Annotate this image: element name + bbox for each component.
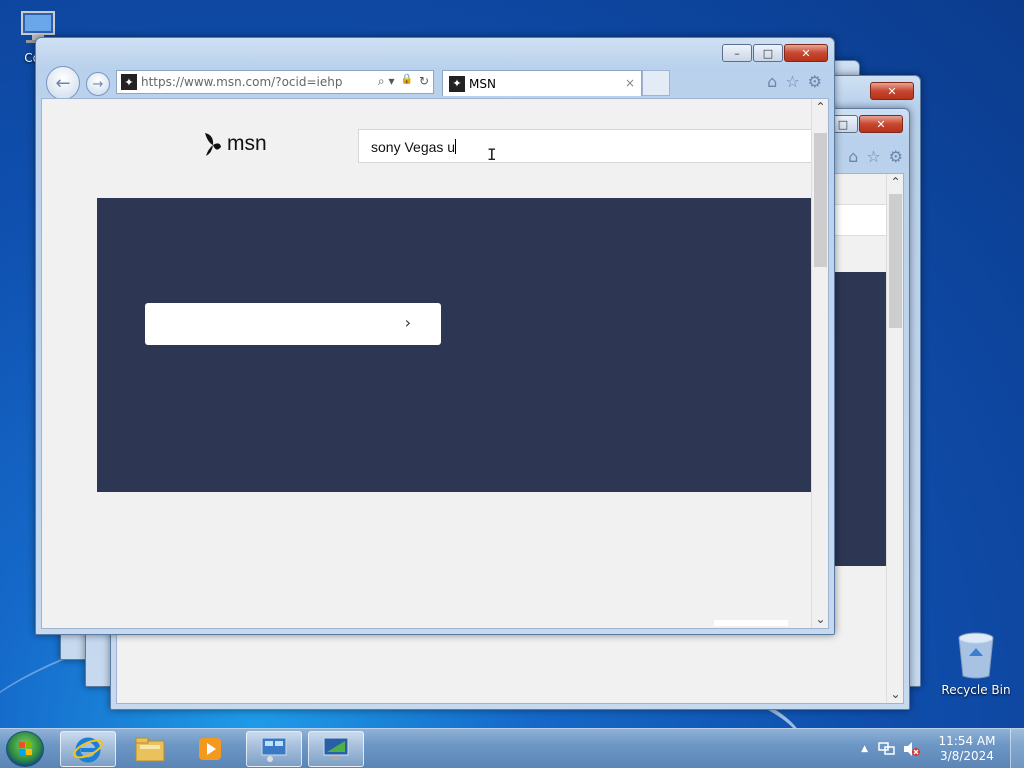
window-caption-buttons: ✕ — [870, 82, 914, 100]
minimize-button[interactable]: – — [722, 44, 752, 62]
address-url[interactable]: https://www.msn.com/?ocid=iehp — [141, 75, 342, 89]
recycle-bin-icon — [958, 632, 994, 679]
media-player-icon — [199, 738, 221, 760]
volume-muted-icon[interactable] — [902, 741, 920, 757]
bottom-placeholder — [714, 620, 788, 626]
internet-explorer-icon — [73, 737, 103, 763]
text-caret — [455, 139, 457, 154]
vertical-scrollbar[interactable]: ⌃ ⌄ — [886, 174, 903, 703]
scroll-down-icon[interactable]: ⌄ — [812, 611, 828, 628]
window-caption-buttons: – □ ✕ — [722, 44, 828, 62]
address-tools: ⌕ ▾ 🔒 ↻ — [378, 74, 429, 89]
scroll-thumb[interactable] — [889, 194, 902, 328]
taskbar-media-player[interactable] — [182, 731, 238, 767]
hero-banner: › — [97, 198, 812, 492]
favorites-icon[interactable]: ☆ — [866, 147, 880, 166]
browser-window[interactable]: – □ ✕ ← → ✦ https://www.msn.com/?ocid=ie… — [35, 37, 835, 635]
scroll-down-icon[interactable]: ⌄ — [887, 686, 903, 703]
folder-icon — [135, 737, 165, 762]
msn-favicon-icon: ✦ — [449, 75, 465, 92]
settings-icon[interactable]: ⚙ — [808, 72, 822, 91]
msn-butterfly-icon — [205, 133, 221, 156]
search-input-value: sony Vegas u — [371, 139, 456, 155]
close-button[interactable]: ✕ — [859, 115, 903, 133]
remote-desktop-icon — [323, 737, 349, 760]
msn-logo[interactable]: msn — [202, 131, 267, 157]
show-desktop-button[interactable] — [1010, 729, 1024, 768]
clock[interactable]: 11:54 AM 3/8/2024 — [932, 734, 1002, 764]
control-panel-icon — [261, 737, 287, 762]
home-icon[interactable]: ⌂ — [848, 147, 858, 166]
tab-close-icon[interactable]: × — [625, 76, 635, 90]
show-hidden-icons[interactable]: ▲ — [861, 744, 868, 754]
windows-logo-icon — [19, 742, 32, 755]
taskbar-internet-explorer[interactable] — [60, 731, 116, 767]
hero-cta-button[interactable]: › — [145, 303, 441, 345]
scroll-up-icon[interactable]: ⌃ — [887, 174, 903, 191]
settings-icon[interactable]: ⚙ — [889, 147, 903, 166]
network-icon[interactable] — [878, 741, 896, 757]
forward-button[interactable]: → — [86, 72, 110, 96]
browser-tools: ⌂ ☆ ⚙ — [767, 72, 822, 91]
maximize-button[interactable]: □ — [753, 44, 783, 62]
taskbar: ▲ 11:54 AM 3/8/2024 — [0, 728, 1024, 768]
back-arrow-icon: ← — [55, 72, 71, 94]
scroll-up-icon[interactable]: ⌃ — [812, 99, 828, 116]
clock-time: 11:54 AM — [938, 734, 996, 748]
search-input[interactable]: sony Vegas u — [358, 129, 814, 163]
lock-icon[interactable]: 🔒 — [400, 74, 412, 89]
msn-logo-text: msn — [227, 132, 267, 155]
chevron-right-icon: › — [404, 313, 411, 332]
msn-favicon-icon: ✦ — [121, 74, 137, 90]
tab-msn[interactable]: ✦ MSN × — [442, 70, 642, 96]
ibeam-cursor-icon: I — [487, 145, 497, 164]
recycle-bin-label: Recycle Bin — [941, 683, 1011, 697]
forward-arrow-icon: → — [92, 76, 104, 92]
tab-title: MSN — [469, 76, 496, 91]
page-content: msn sony Vegas u I › ⌃ ⌄ — [41, 98, 829, 629]
back-button[interactable]: ← — [46, 66, 80, 100]
search-dropdown-icon[interactable]: ⌕ ▾ — [378, 74, 395, 89]
refresh-icon[interactable]: ↻ — [419, 74, 429, 89]
scroll-thumb[interactable] — [814, 133, 827, 267]
close-button[interactable]: ✕ — [784, 44, 828, 62]
window-caption-buttons: □ ✕ — [828, 115, 903, 133]
start-button[interactable] — [6, 731, 44, 767]
new-tab-button[interactable] — [642, 70, 670, 96]
address-bar[interactable]: ✦ https://www.msn.com/?ocid=iehp ⌕ ▾ 🔒 ↻ — [116, 70, 434, 94]
favorites-icon[interactable]: ☆ — [785, 72, 799, 91]
taskbar-remote-desktop[interactable] — [308, 731, 364, 767]
system-tray: ▲ 11:54 AM 3/8/2024 — [861, 729, 1024, 768]
taskbar-control-panel[interactable] — [246, 731, 302, 767]
clock-date: 3/8/2024 — [940, 749, 994, 763]
taskbar-file-explorer[interactable] — [122, 731, 178, 767]
vertical-scrollbar[interactable]: ⌃ ⌄ — [811, 99, 828, 628]
recycle-bin-desktop-icon[interactable]: Recycle Bin — [940, 630, 1012, 697]
home-icon[interactable]: ⌂ — [767, 72, 777, 91]
close-button[interactable]: ✕ — [870, 82, 914, 100]
browser-tools: ⌂ ☆ ⚙ — [848, 147, 903, 166]
navigation-bar: ← → ✦ https://www.msn.com/?ocid=iehp ⌕ ▾… — [44, 66, 828, 100]
